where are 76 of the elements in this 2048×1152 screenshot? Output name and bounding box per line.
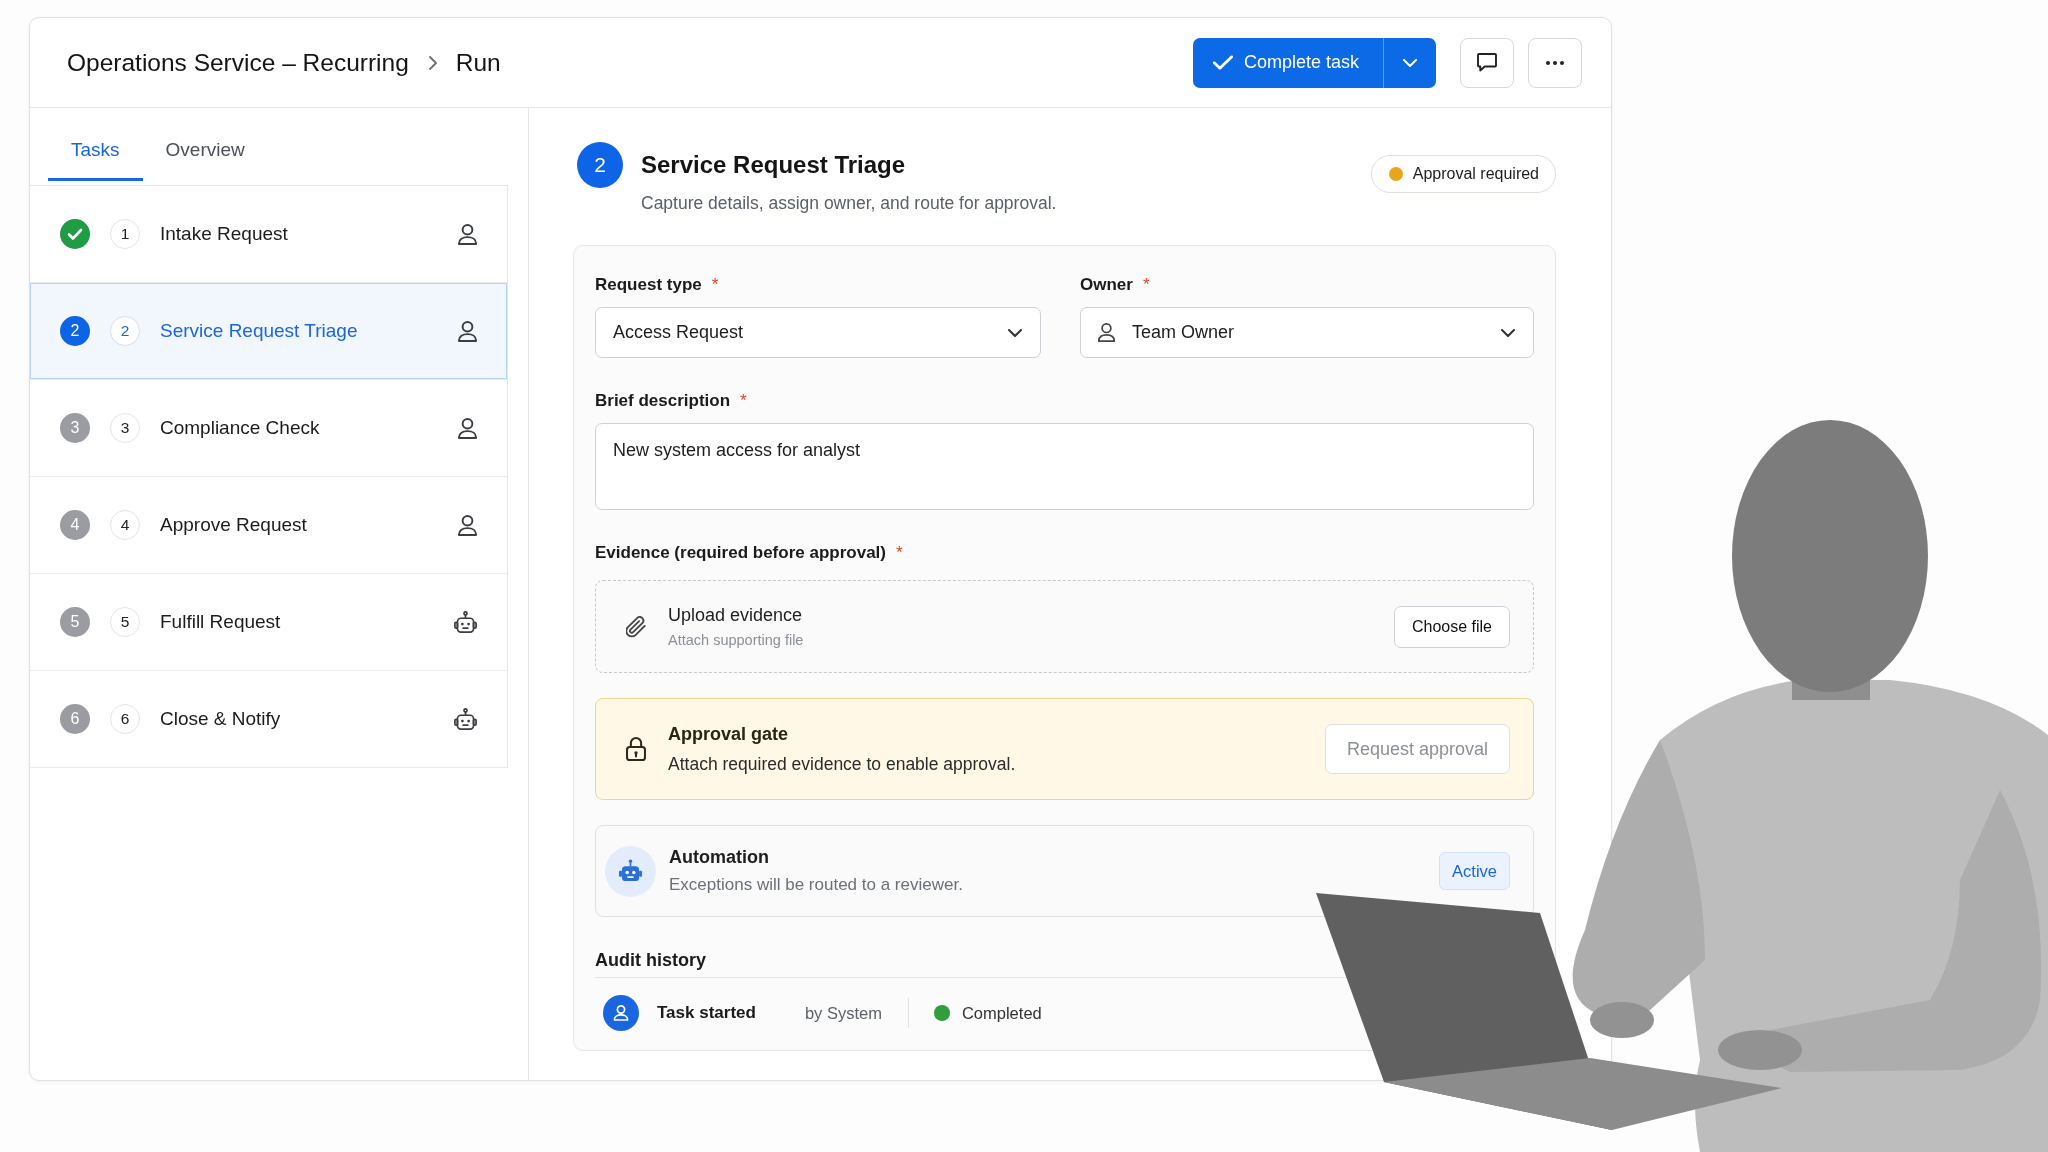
step-number: 1 bbox=[110, 219, 140, 249]
task-item[interactable]: 6 6 Close & Notify bbox=[30, 671, 507, 768]
chevron-down-icon bbox=[1008, 328, 1022, 337]
breadcrumb-link[interactable]: Operations Service – Recurring bbox=[67, 48, 409, 77]
step-indicator: 2 bbox=[60, 316, 90, 346]
step-number: 6 bbox=[110, 704, 140, 734]
automation-status: Active bbox=[1439, 852, 1510, 890]
select-field[interactable]: Team Owner bbox=[1080, 307, 1534, 358]
field-label: Brief description bbox=[595, 390, 731, 412]
robot-icon bbox=[605, 845, 656, 897]
robot-icon bbox=[454, 708, 477, 730]
choose-file-button[interactable]: Choose file bbox=[1393, 605, 1510, 648]
step-indicator: 2 bbox=[577, 142, 623, 188]
field-label: Owner bbox=[1080, 274, 1133, 296]
step-indicator: 5 bbox=[60, 607, 90, 637]
text-area-field[interactable]: New system access for analyst bbox=[595, 423, 1534, 510]
required-mark: * bbox=[740, 390, 747, 412]
task-item[interactable]: 5 5 Fulfill Request bbox=[30, 574, 507, 671]
task-name: Compliance Check bbox=[160, 417, 320, 439]
user-avatar-icon bbox=[603, 995, 639, 1031]
person-icon bbox=[458, 320, 477, 342]
comment-icon bbox=[1477, 53, 1497, 72]
audit-actor: by System bbox=[804, 1003, 882, 1023]
status-dot-icon bbox=[1388, 167, 1403, 181]
tab[interactable]: Tasks bbox=[48, 138, 143, 181]
task-title: Service Request Triage bbox=[641, 150, 906, 180]
select-field[interactable]: Access Request bbox=[595, 307, 1041, 358]
paperclip-icon bbox=[626, 615, 646, 638]
chevron-right-icon bbox=[428, 55, 437, 70]
field-label: Evidence (required before approval) bbox=[595, 542, 886, 564]
step-number: 3 bbox=[110, 413, 140, 443]
robot-icon bbox=[454, 611, 477, 633]
task-name: Close & Notify bbox=[160, 708, 281, 730]
task-item[interactable]: 3 3 Compliance Check bbox=[30, 380, 507, 477]
task-name: Intake Request bbox=[160, 223, 288, 245]
upload-hint: Attach supporting file bbox=[668, 631, 804, 649]
breadcrumb-current: Run bbox=[455, 48, 501, 77]
task-description: Capture details, assign owner, and route for approval. bbox=[641, 192, 1057, 215]
task-item[interactable]: 4 4 Approve Request bbox=[30, 477, 507, 574]
task-name: Service Request Triage bbox=[160, 320, 358, 342]
task-item[interactable]: 2 2 Service Request Triage bbox=[30, 283, 507, 380]
step-number: 4 bbox=[110, 510, 140, 540]
check-icon bbox=[1212, 55, 1233, 70]
lock-icon bbox=[626, 737, 646, 761]
gate-title: Approval gate bbox=[668, 723, 789, 745]
automation-message: Exceptions will be routed to a reviewer. bbox=[669, 874, 963, 896]
step-indicator: 4 bbox=[60, 510, 90, 540]
audit-event: Task started bbox=[657, 1003, 756, 1023]
step-number: 2 bbox=[110, 316, 140, 346]
chevron-down-icon bbox=[1501, 328, 1515, 337]
person-icon bbox=[458, 417, 477, 439]
step-indicator: 6 bbox=[60, 704, 90, 734]
dropdown-button[interactable] bbox=[1383, 37, 1436, 88]
audit-history-title: Audit history bbox=[595, 949, 706, 972]
audit-status: Completed bbox=[961, 1003, 1042, 1023]
task-name: Approve Request bbox=[160, 514, 307, 536]
step-indicator: 3 bbox=[60, 413, 90, 443]
automation-title: Automation bbox=[669, 846, 769, 868]
more-icon bbox=[1546, 60, 1564, 65]
task-name: Fulfill Request bbox=[160, 611, 281, 633]
upload-title: Upload evidence bbox=[668, 604, 803, 626]
tab[interactable]: Overview bbox=[142, 138, 268, 181]
required-mark: * bbox=[711, 274, 719, 296]
required-mark: * bbox=[1142, 274, 1150, 296]
upload-dropzone[interactable]: Upload evidence Attach supporting file Choose file bbox=[595, 580, 1534, 673]
person-icon bbox=[1098, 323, 1115, 342]
required-mark: * bbox=[895, 542, 903, 564]
field-label: Request type bbox=[595, 274, 702, 296]
gate-message: Attach required evidence to enable approval. bbox=[668, 753, 1016, 775]
person-icon bbox=[458, 223, 477, 245]
comment-button[interactable] bbox=[1460, 37, 1514, 88]
chevron-down-icon bbox=[1403, 58, 1417, 67]
complete-task-button[interactable]: Complete task bbox=[1192, 37, 1383, 88]
person-icon bbox=[458, 514, 477, 536]
step-number: 5 bbox=[110, 607, 140, 637]
status-text: Approval required bbox=[1412, 165, 1539, 183]
